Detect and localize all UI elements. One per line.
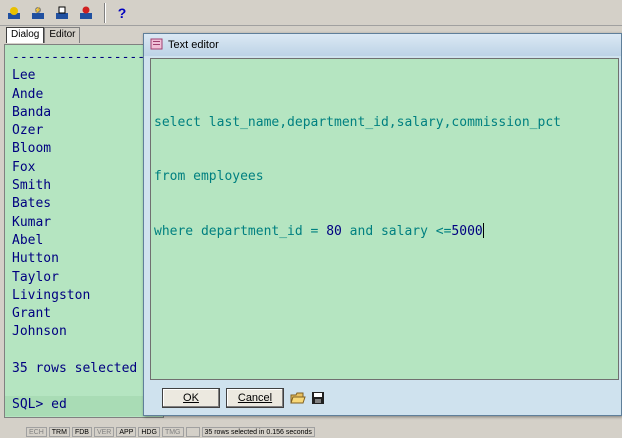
- editor-number: 5000: [451, 224, 483, 240]
- tab-dialog[interactable]: Dialog: [6, 27, 45, 43]
- result-row: Taylor: [12, 269, 59, 285]
- result-row: Lee: [12, 68, 36, 84]
- sql-output-area[interactable]: ----------------- Lee Ande Banda Ozer Bl…: [4, 44, 164, 418]
- tab-strip: Dialog Editor: [6, 27, 81, 43]
- editor-line-1: select last_name,department_id,salary,co…: [154, 114, 561, 130]
- editor-text: and salary <=: [341, 224, 452, 240]
- dialog-titlebar[interactable]: Text editor: [144, 34, 621, 56]
- result-row: Grant: [12, 306, 52, 322]
- result-row: Hutton: [12, 251, 59, 267]
- sql-prompt-text: SQL> ed: [12, 397, 67, 412]
- rows-selected-text: 35 rows selected: [12, 361, 138, 377]
- open-folder-icon[interactable]: [290, 390, 306, 406]
- dialog-title: Text editor: [168, 39, 219, 51]
- result-row: Abel: [12, 232, 44, 248]
- text-editor-dialog: Text editor select last_name,department_…: [143, 33, 622, 416]
- sql-output-lines: ----------------- Lee Ande Banda Ozer Bl…: [12, 49, 145, 378]
- svg-text:⚡: ⚡: [34, 6, 41, 14]
- result-row: Johnson: [12, 324, 67, 340]
- status-tmg: TMG: [161, 427, 184, 437]
- run-script-icon[interactable]: [52, 3, 72, 23]
- stop-icon[interactable]: [76, 3, 96, 23]
- result-row: Fox: [12, 159, 36, 175]
- result-row: Bates: [12, 196, 52, 212]
- result-row: Kumar: [12, 214, 52, 230]
- toolbar-separator: [104, 3, 106, 23]
- status-indicator: [185, 427, 200, 437]
- result-row: Ozer: [12, 123, 44, 139]
- editor-line-3: where department_id = 80 and salary <=50…: [154, 223, 561, 241]
- editor-line-2: from employees: [154, 169, 264, 185]
- status-hdg: HDG: [138, 427, 160, 437]
- tab-editor[interactable]: Editor: [44, 27, 81, 43]
- cancel-button[interactable]: Cancel: [226, 388, 284, 408]
- ok-button[interactable]: OK: [162, 388, 220, 408]
- status-ver: VER: [93, 427, 115, 437]
- editor-text: where department_id =: [154, 224, 327, 240]
- help-button[interactable]: ?: [112, 3, 132, 23]
- editor-number: 80: [326, 224, 342, 240]
- status-fdb: FDB: [71, 427, 92, 437]
- result-row: Bloom: [12, 141, 52, 157]
- status-app: APP: [116, 427, 137, 437]
- status-message: 35 rows selected in 0.156 seconds: [201, 427, 315, 437]
- status-trm: TRM: [48, 427, 70, 437]
- text-caret: [482, 223, 484, 239]
- result-row: Banda: [12, 104, 52, 120]
- result-row: Livingston: [12, 287, 91, 303]
- save-icon[interactable]: [310, 390, 326, 406]
- editor-app-icon: [150, 37, 164, 54]
- sql-prompt-line[interactable]: SQL> ed: [5, 396, 163, 416]
- toolbar: ⚡ ?: [0, 0, 622, 26]
- dialog-button-bar: OK Cancel: [150, 384, 619, 412]
- editor-lines: select last_name,department_id,salary,co…: [154, 77, 561, 278]
- status-bar: ECH TRM FDB VER APP HDG TMG 35 rows sele…: [0, 426, 622, 438]
- result-row: Smith: [12, 178, 52, 194]
- sql-editor-textarea[interactable]: select last_name,department_id,salary,co…: [150, 58, 619, 380]
- connect-icon[interactable]: [4, 3, 24, 23]
- separator-line: -----------------: [12, 50, 146, 65]
- result-row: Ande: [12, 86, 44, 102]
- status-ech: ECH: [26, 427, 47, 437]
- disconnect-icon[interactable]: ⚡: [28, 3, 48, 23]
